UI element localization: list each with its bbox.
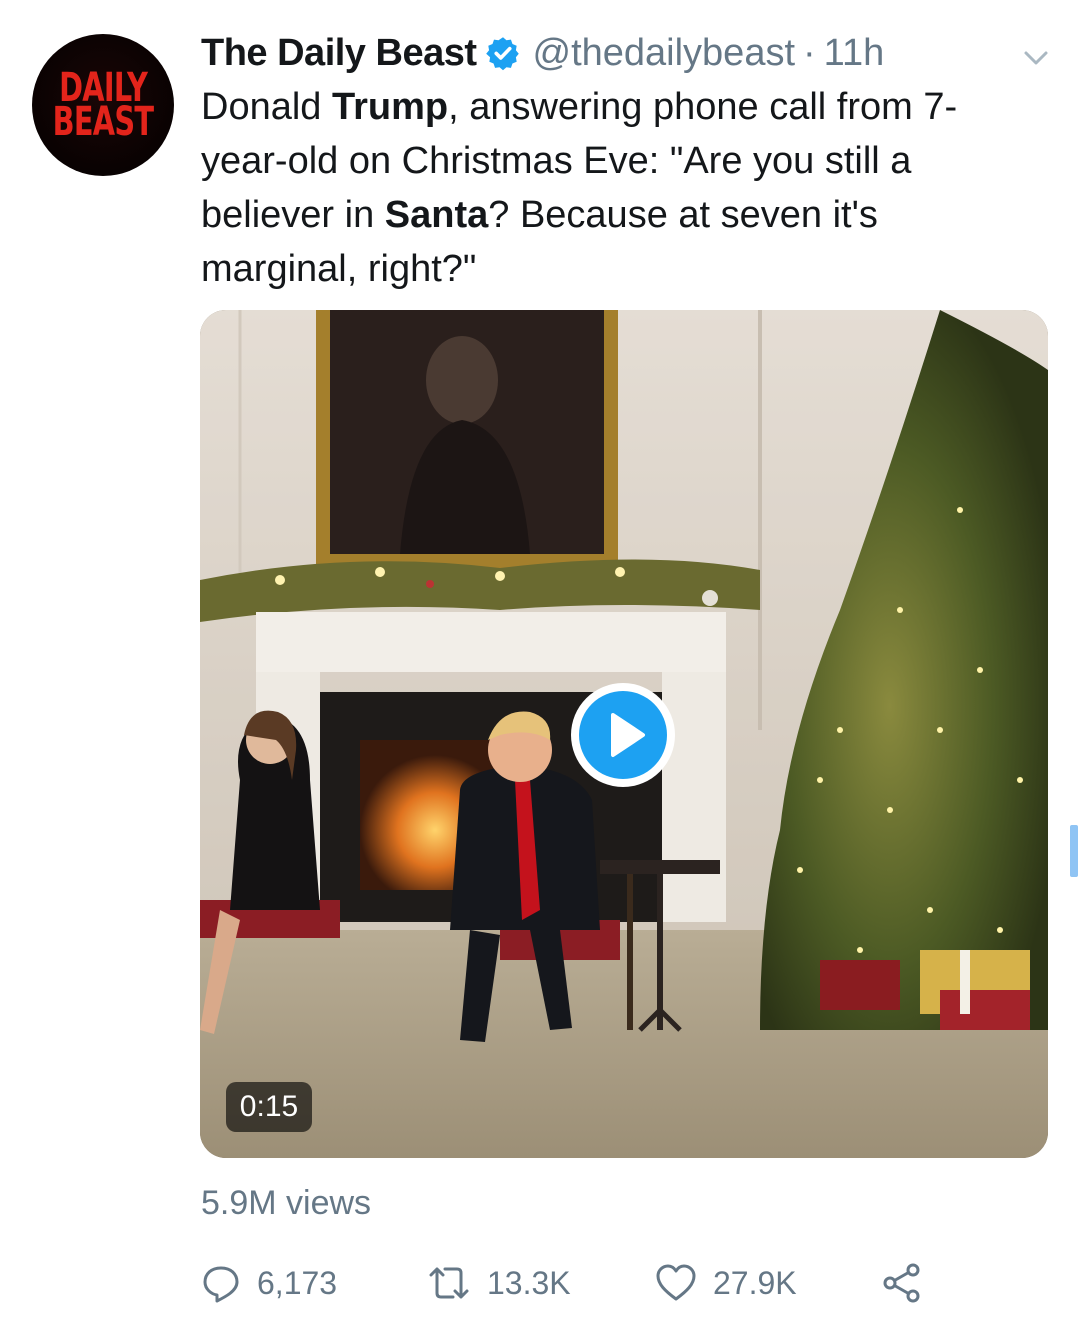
heart-icon xyxy=(656,1264,696,1301)
like-count: 27.9K xyxy=(713,1264,797,1301)
share-icon xyxy=(883,1263,920,1303)
scrollbar-thumb[interactable] xyxy=(1070,825,1078,877)
video-player[interactable]: 0:15 xyxy=(200,310,1048,1158)
author-name[interactable]: The Daily Beast xyxy=(201,32,477,75)
avatar-text-beast: BEAST xyxy=(52,99,154,145)
tweet-timestamp[interactable]: 11h xyxy=(824,32,885,75)
like-button[interactable]: 27.9K xyxy=(655,1258,797,1308)
retweet-icon xyxy=(429,1267,469,1299)
play-button[interactable] xyxy=(571,683,675,787)
tweet-text: Donald Trump, answering phone call from … xyxy=(201,80,1041,296)
header-separator: · xyxy=(803,31,816,74)
author-handle[interactable]: @thedailybeast xyxy=(533,32,796,75)
reply-count: 6,173 xyxy=(257,1264,338,1301)
share-button[interactable] xyxy=(881,1258,923,1308)
reply-icon xyxy=(203,1266,239,1303)
retweet-count: 13.3K xyxy=(487,1264,571,1301)
retweet-button[interactable]: 13.3K xyxy=(427,1258,571,1308)
view-count: 5.9M views xyxy=(201,1184,372,1222)
verified-badge-icon xyxy=(485,37,519,71)
tweet-header: The Daily Beast @thedailybeast · 11h xyxy=(201,28,884,78)
tweet-text-part: Donald xyxy=(201,86,332,128)
video-duration-badge: 0:15 xyxy=(226,1082,312,1132)
play-icon xyxy=(611,713,645,757)
author-avatar[interactable]: DAILY BEAST xyxy=(32,34,174,176)
tweet-text-bold-trump: Trump xyxy=(331,86,449,128)
tweet-text-bold-santa: Santa xyxy=(384,194,489,236)
tweet-actions: 6,173 13.3K 27.9K xyxy=(201,1258,961,1308)
reply-button[interactable]: 6,173 xyxy=(201,1258,337,1308)
chevron-down-icon[interactable] xyxy=(1016,38,1056,78)
